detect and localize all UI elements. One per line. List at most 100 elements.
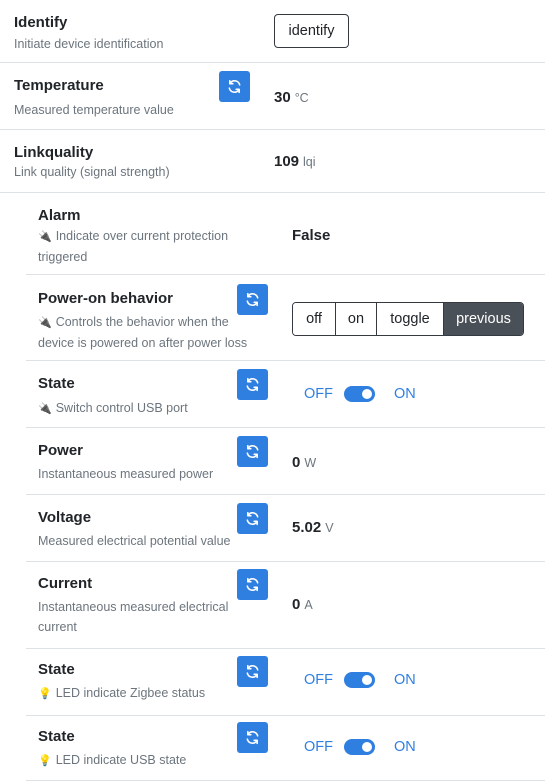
state-usb-port-desc: 🔌 Switch control USB port [38, 398, 188, 419]
plug-icon: 🔌 [38, 403, 52, 415]
refresh-icon [246, 292, 259, 307]
current-desc-line2: current [38, 620, 77, 634]
state-led-usb-toggle[interactable] [344, 739, 375, 755]
state-led-usb-off-label[interactable]: OFF [304, 739, 333, 755]
power-row: Power Instantaneous measured power 0W [0, 429, 545, 495]
voltage-value-wrap: 5.02 V [292, 519, 334, 536]
current-value-wrap: 0A [292, 596, 313, 613]
linkquality-unit: lqi [303, 155, 316, 169]
voltage-title: Voltage [38, 509, 92, 526]
identify-title: Identify [14, 14, 68, 31]
current-unit: A [304, 598, 313, 612]
refresh-icon [246, 377, 259, 392]
power-value-wrap: 0W [292, 454, 316, 471]
temperature-refresh-button[interactable] [219, 71, 250, 102]
divider [26, 648, 545, 649]
divider [26, 561, 545, 562]
state-led-usb-desc-text: LED indicate USB state [55, 753, 187, 767]
state-usb-port-refresh-button[interactable] [237, 369, 268, 400]
power-unit: W [304, 456, 317, 470]
state-usb-port-toggle[interactable] [344, 386, 375, 402]
state-usb-port-on-label[interactable]: ON [394, 386, 416, 402]
identify-row: Identify Initiate device identification … [0, 0, 545, 63]
plug-icon: 🔌 [38, 317, 52, 329]
state-led-zigbee-desc: 💡 LED indicate Zigbee status [38, 683, 205, 704]
linkquality-value-wrap: 109 lqi [274, 153, 316, 170]
alarm-desc-line1: Indicate over current protection [55, 229, 229, 243]
voltage-unit: V [325, 521, 334, 535]
refresh-icon [246, 577, 259, 592]
power-on-option-previous[interactable]: previous [444, 303, 523, 335]
state-led-usb-title: State [38, 728, 75, 745]
power-on-desc-line2: device is powered on after power loss [38, 336, 248, 350]
divider [26, 360, 545, 361]
power-on-refresh-button[interactable] [237, 284, 268, 315]
state-led-zigbee-desc-text: LED indicate Zigbee status [55, 686, 206, 700]
temperature-value-wrap: 30 °C [274, 89, 309, 106]
linkquality-value: 109 [274, 153, 300, 170]
state-usb-port-off-label[interactable]: OFF [304, 386, 333, 402]
state-led-zigbee-refresh-button[interactable] [237, 656, 268, 687]
alarm-desc: 🔌 Indicate over current protection trigge… [38, 226, 228, 267]
power-refresh-button[interactable] [237, 436, 268, 467]
toggle-knob [362, 675, 372, 685]
state-led-usb-on-label[interactable]: ON [394, 739, 416, 755]
current-title: Current [38, 575, 93, 592]
toggle-knob [362, 742, 372, 752]
power-on-title: Power-on behavior [38, 290, 174, 307]
alarm-value: False [292, 227, 331, 244]
linkquality-title: Linkquality [14, 144, 94, 161]
current-desc: Instantaneous measured electrical curren… [38, 597, 228, 637]
bulb-icon: 💡 [38, 688, 52, 700]
plug-icon: 🔌 [38, 231, 52, 243]
power-title: Power [38, 442, 84, 459]
power-desc: Instantaneous measured power [38, 467, 214, 481]
state-led-zigbee-row: State 💡 LED indicate Zigbee status OFF ON [0, 650, 545, 716]
current-value: 0 [292, 596, 301, 613]
linkquality-row: Linkquality Link quality (signal strengt… [0, 130, 545, 193]
power-on-desc: 🔌 Controls the behavior when the device i… [38, 312, 247, 353]
temperature-unit: °C [294, 91, 309, 105]
refresh-icon [246, 511, 259, 526]
refresh-icon [246, 730, 259, 745]
state-led-usb-row: State 💡 LED indicate USB state OFF ON [0, 717, 545, 781]
temperature-title: Temperature [14, 77, 104, 94]
alarm-row: Alarm 🔌 Indicate over current protection … [0, 193, 545, 275]
power-value: 0 [292, 454, 301, 471]
divider [26, 274, 545, 275]
power-on-behavior-row: Power-on behavior 🔌 Controls the behavior… [0, 276, 545, 361]
power-on-segmented-control: off on toggle previous [292, 302, 524, 336]
power-on-desc-line1: Controls the behavior when the [55, 315, 229, 329]
state-led-zigbee-on-label[interactable]: ON [394, 672, 416, 688]
refresh-icon [246, 664, 259, 679]
alarm-title: Alarm [38, 207, 81, 224]
divider [26, 427, 545, 428]
power-on-option-on[interactable]: on [336, 303, 377, 335]
state-led-zigbee-off-label[interactable]: OFF [304, 672, 333, 688]
toggle-knob [362, 389, 372, 399]
voltage-value: 5.02 [292, 519, 322, 536]
alarm-desc-line2: triggered [38, 250, 88, 264]
state-led-zigbee-toggle[interactable] [344, 672, 375, 688]
state-led-usb-refresh-button[interactable] [237, 722, 268, 753]
power-on-option-toggle[interactable]: toggle [377, 303, 444, 335]
current-row: Current Instantaneous measured electrica… [0, 563, 545, 649]
divider [26, 715, 545, 716]
state-usb-port-title: State [38, 375, 75, 392]
state-led-usb-desc: 💡 LED indicate USB state [38, 750, 186, 771]
linkquality-desc: Link quality (signal strength) [14, 165, 170, 179]
divider [26, 494, 545, 495]
voltage-desc: Measured electrical potential value [38, 534, 231, 548]
state-usb-port-desc-text: Switch control USB port [55, 401, 188, 415]
voltage-refresh-button[interactable] [237, 503, 268, 534]
current-desc-line1: Instantaneous measured electrical [38, 600, 229, 614]
state-usb-port-row: State 🔌 Switch control USB port OFF ON [0, 362, 545, 428]
identify-button[interactable]: identify [274, 14, 349, 48]
refresh-icon [228, 79, 241, 94]
power-on-option-off[interactable]: off [293, 303, 336, 335]
current-refresh-button[interactable] [237, 569, 268, 600]
state-led-zigbee-title: State [38, 661, 75, 678]
temperature-row: Temperature Measured temperature value 3… [0, 63, 545, 130]
identify-desc: Initiate device identification [14, 37, 164, 51]
temperature-value: 30 [274, 89, 291, 106]
